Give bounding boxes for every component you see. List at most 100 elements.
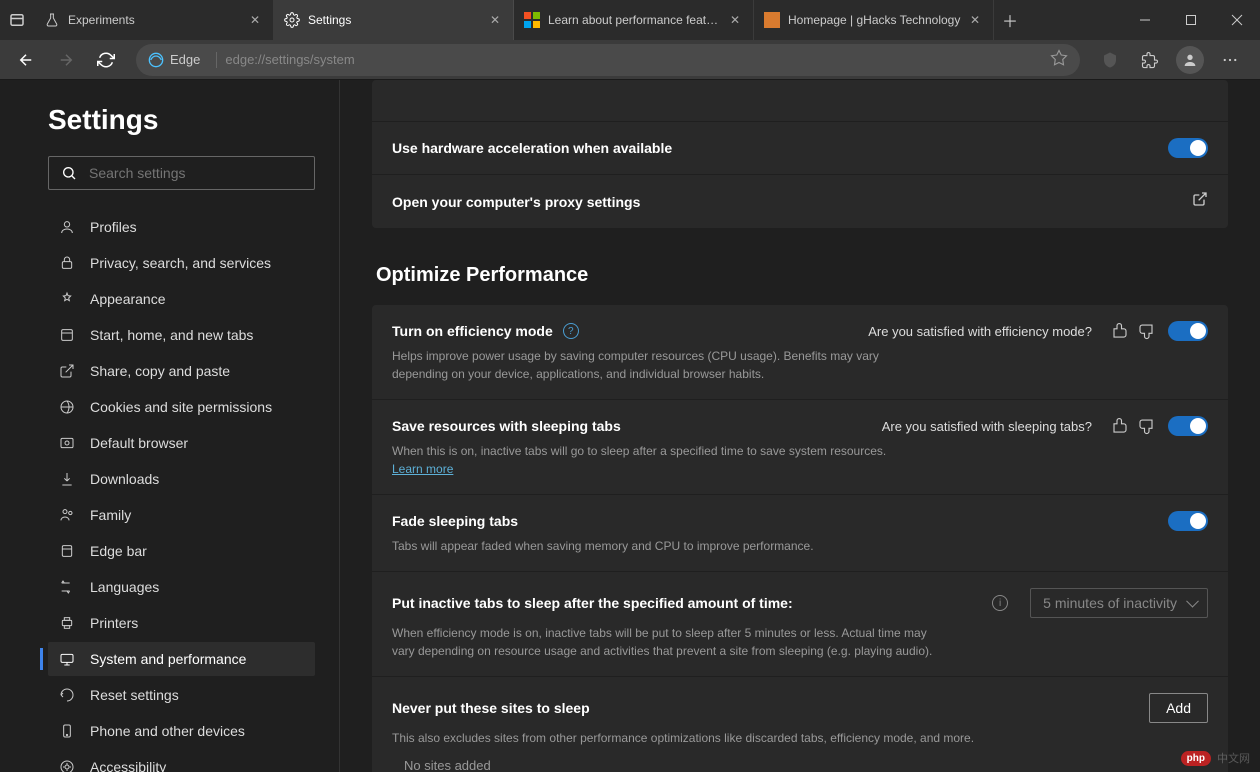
thumbs-up-icon[interactable] <box>1110 416 1130 436</box>
toggle-hardware-acceleration[interactable] <box>1168 138 1208 158</box>
sidebar-item-appearance[interactable]: Appearance <box>48 282 315 316</box>
sidebar-item-profiles[interactable]: Profiles <box>48 210 315 244</box>
avatar-icon <box>1176 46 1204 74</box>
favorite-icon[interactable] <box>1050 49 1068 70</box>
row-proxy-settings[interactable]: Open your computer's proxy settings <box>372 175 1228 228</box>
external-link-icon <box>1192 191 1208 212</box>
sidebar-item-label: Edge bar <box>90 543 147 559</box>
close-window-button[interactable] <box>1214 0 1260 40</box>
close-icon[interactable]: ✕ <box>247 12 263 28</box>
row-sleeping-tabs: Save resources with sleeping tabs Are yo… <box>372 400 1228 495</box>
site-identity: Edge <box>148 52 200 68</box>
close-icon[interactable]: ✕ <box>967 12 983 28</box>
tab-settings[interactable]: Settings ✕ <box>274 0 514 40</box>
sidebar-item-family[interactable]: Family <box>48 498 315 532</box>
sidebar-item-system-and-performance[interactable]: System and performance <box>48 642 315 676</box>
sidebar-item-label: Appearance <box>90 291 166 307</box>
toggle-fade-sleeping-tabs[interactable] <box>1168 511 1208 531</box>
php-badge-icon: php <box>1181 751 1211 766</box>
sidebar-item-label: Family <box>90 507 131 523</box>
thumbs-down-icon[interactable] <box>1136 416 1156 436</box>
search-icon <box>61 165 77 181</box>
row-never-sleep-sites: Never put these sites to sleep Add This … <box>372 677 1228 772</box>
sidebar-item-default-browser[interactable]: Default browser <box>48 426 315 460</box>
sidebar-item-icon <box>58 722 76 740</box>
maximize-button[interactable] <box>1168 0 1214 40</box>
thumbs-down-icon[interactable] <box>1136 321 1156 341</box>
setting-title: Turn on efficiency mode <box>392 323 553 339</box>
sidebar-item-privacy-search-and-services[interactable]: Privacy, search, and services <box>48 246 315 280</box>
close-icon[interactable]: ✕ <box>487 12 503 28</box>
sidebar-item-icon <box>58 398 76 416</box>
sleep-timeout-select[interactable]: 5 minutes of inactivity <box>1030 588 1208 618</box>
add-site-button[interactable]: Add <box>1149 693 1208 723</box>
learn-more-link[interactable]: Learn more <box>392 462 453 476</box>
sidebar-item-printers[interactable]: Printers <box>48 606 315 640</box>
info-icon[interactable]: ? <box>563 323 579 339</box>
tab-title: Experiments <box>68 13 241 27</box>
sidebar-item-edge-bar[interactable]: Edge bar <box>48 534 315 568</box>
close-icon[interactable]: ✕ <box>727 12 743 28</box>
setting-title: Fade sleeping tabs <box>392 513 518 529</box>
sidebar-item-icon <box>58 326 76 344</box>
extension-ublock-icon[interactable] <box>1092 44 1128 76</box>
setting-desc: When efficiency mode is on, inactive tab… <box>392 624 952 660</box>
content: Settings ProfilesPrivacy, search, and se… <box>0 80 1260 772</box>
settings-sidebar: Settings ProfilesPrivacy, search, and se… <box>0 80 340 772</box>
sidebar-item-icon <box>58 290 76 308</box>
sidebar-item-label: Privacy, search, and services <box>90 255 271 271</box>
tab-title: Learn about performance feature <box>548 13 721 27</box>
row-hardware-acceleration: Use hardware acceleration when available <box>372 122 1228 175</box>
forward-button[interactable] <box>48 44 84 76</box>
row-inactive-sleep-time: Put inactive tabs to sleep after the spe… <box>372 572 1228 677</box>
search-settings[interactable] <box>48 156 315 190</box>
sidebar-item-cookies-and-site-permissions[interactable]: Cookies and site permissions <box>48 390 315 424</box>
sidebar-item-icon <box>58 362 76 380</box>
setting-title: Save resources with sleeping tabs <box>392 418 621 434</box>
browser-label: Edge <box>170 52 200 67</box>
tab-actions-button[interactable] <box>0 0 34 40</box>
sidebar-item-languages[interactable]: Languages <box>48 570 315 604</box>
feedback-label: Are you satisfied with sleeping tabs? <box>882 419 1092 434</box>
sidebar-item-accessibility[interactable]: Accessibility <box>48 750 315 772</box>
address-bar[interactable]: Edge edge://settings/system <box>136 44 1080 76</box>
setting-desc: When this is on, inactive tabs will go t… <box>392 442 912 478</box>
tab-experiments[interactable]: Experiments ✕ <box>34 0 274 40</box>
sidebar-item-reset-settings[interactable]: Reset settings <box>48 678 315 712</box>
main-panel: Use hardware acceleration when available… <box>340 80 1260 772</box>
search-input[interactable] <box>89 165 302 181</box>
refresh-button[interactable] <box>88 44 124 76</box>
sidebar-item-label: Default browser <box>90 435 188 451</box>
sidebar-item-share-copy-and-paste[interactable]: Share, copy and paste <box>48 354 315 388</box>
setting-desc: Helps improve power usage by saving comp… <box>392 347 912 383</box>
feedback-label: Are you satisfied with efficiency mode? <box>868 324 1092 339</box>
gear-icon <box>284 12 300 28</box>
tab-ghacks[interactable]: Homepage | gHacks Technology ✕ <box>754 0 994 40</box>
watermark: php 中文网 <box>1181 750 1250 766</box>
new-tab-button[interactable]: ＋ <box>994 0 1026 40</box>
sidebar-item-start-home-and-new-tabs[interactable]: Start, home, and new tabs <box>48 318 315 352</box>
more-button[interactable] <box>1212 44 1248 76</box>
toolbar-right <box>1092 44 1252 76</box>
profile-button[interactable] <box>1172 44 1208 76</box>
sidebar-item-icon <box>58 758 76 772</box>
setting-title: Put inactive tabs to sleep after the spe… <box>392 595 793 611</box>
sidebar-item-label: Share, copy and paste <box>90 363 230 379</box>
section-title: Optimize Performance <box>376 264 1228 287</box>
sidebar-item-icon <box>58 614 76 632</box>
sidebar-item-label: Start, home, and new tabs <box>90 327 253 343</box>
toggle-sleeping-tabs[interactable] <box>1168 416 1208 436</box>
sidebar-item-icon <box>58 254 76 272</box>
system-card-group: Use hardware acceleration when available… <box>372 80 1228 228</box>
back-button[interactable] <box>8 44 44 76</box>
url-text: edge://settings/system <box>225 52 354 67</box>
extensions-icon[interactable] <box>1132 44 1168 76</box>
tab-learn-performance[interactable]: Learn about performance feature ✕ <box>514 0 754 40</box>
toggle-efficiency-mode[interactable] <box>1168 321 1208 341</box>
info-icon[interactable]: i <box>992 595 1008 611</box>
thumbs-up-icon[interactable] <box>1110 321 1130 341</box>
sidebar-item-phone-and-other-devices[interactable]: Phone and other devices <box>48 714 315 748</box>
sidebar-item-downloads[interactable]: Downloads <box>48 462 315 496</box>
sidebar-item-label: Profiles <box>90 219 137 235</box>
minimize-button[interactable] <box>1122 0 1168 40</box>
